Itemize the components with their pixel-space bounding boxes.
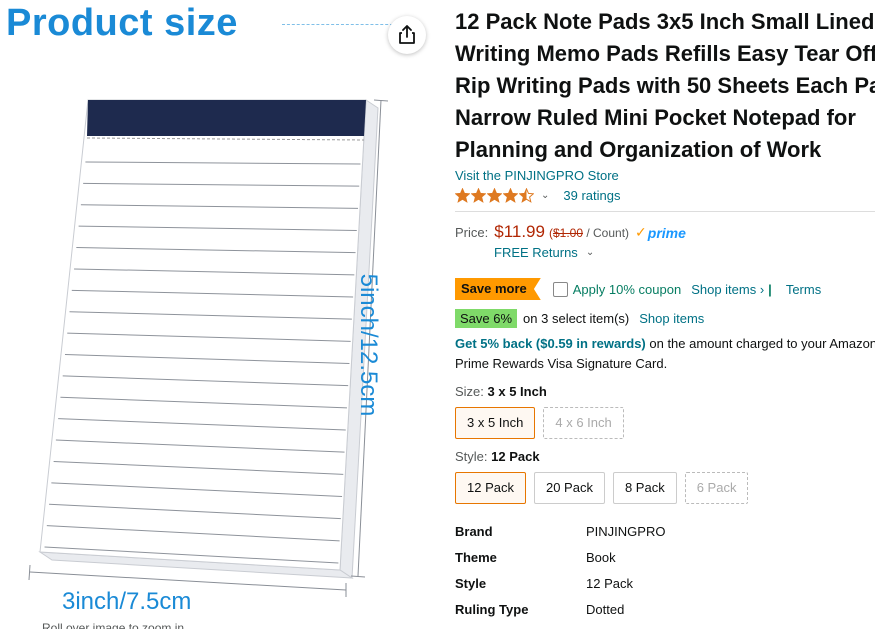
size-option-3x5[interactable]: 3 x 5 Inch (455, 407, 536, 439)
table-row: Brand PINJINGPRO (455, 518, 665, 544)
share-icon (399, 25, 415, 44)
rewards-offer: Get 5% back ($0.59 in rewards) on the am… (455, 334, 875, 374)
style-selected: 12 Pack (491, 449, 540, 464)
rewards-text-2: Prime Rewards Visa Signature Card. (455, 356, 668, 371)
style-option-20-pack[interactable]: 20 Pack (533, 472, 605, 504)
prime-badge: ✓ prime (635, 224, 686, 241)
coupon-shop-items-link[interactable]: Shop items › (691, 282, 764, 297)
table-row: Theme Book (455, 544, 665, 570)
coupon-checkbox[interactable] (552, 281, 568, 297)
table-row: Style 12 Pack (455, 570, 665, 596)
style-options: 12 Pack 20 Pack 8 Pack 6 Pack (455, 472, 875, 504)
size-option-4x6[interactable]: 4 x 6 Inch (543, 407, 624, 439)
save-percent-badge: Save 6% (455, 309, 518, 328)
style-label: Style: (455, 449, 488, 464)
coupon-label[interactable]: Apply 10% coupon (573, 282, 681, 297)
product-details: 12 Pack Note Pads 3x5 Inch Small Lined W… (455, 0, 875, 629)
prime-label: prime (647, 224, 686, 241)
free-returns-link[interactable]: FREE Returns ⌄ (494, 245, 875, 260)
rewards-link[interactable]: Get 5% back ($0.59 in rewards) (455, 336, 646, 351)
product-title-line: Rip Writing Pads with 50 Sheets Each Pad (455, 73, 875, 98)
spec-value: PINJINGPRO (586, 523, 666, 539)
size-selected: 3 x 5 Inch (487, 384, 547, 399)
star-icon (471, 187, 486, 203)
ratings-count-link[interactable]: 39 ratings (563, 188, 620, 203)
spec-key: Style (455, 575, 487, 591)
rating-row: ⌄ 39 ratings (455, 185, 875, 205)
chevron-down-icon: ⌄ (585, 247, 595, 258)
star-icon (503, 187, 518, 203)
save-more-badge: Save more (455, 278, 541, 300)
star-rating[interactable] (455, 187, 535, 203)
spec-value: Book (586, 549, 616, 565)
notepad-sheet (39, 99, 367, 571)
size-variation-label: Size: 3 x 5 Inch (455, 384, 875, 399)
promo-text: on 3 select item(s) (523, 311, 630, 326)
zoom-hint: Roll over image to zoom in (42, 621, 185, 629)
rewards-text: on the amount charged to your Amazon (645, 336, 875, 351)
product-title-line: Narrow Ruled Mini Pocket Notepad for (455, 105, 856, 130)
promo-shop-items-link[interactable]: Shop items (639, 311, 704, 326)
size-options: 3 x 5 Inch 4 x 6 Inch (455, 407, 875, 439)
price-amount: $11.99 (494, 222, 545, 241)
unit-price-value: $1.00 (552, 226, 583, 240)
link-separator: | (768, 281, 772, 297)
prime-check-icon: ✓ (635, 224, 647, 240)
price-label: Price: (455, 225, 489, 240)
coupon-terms-link[interactable]: Terms (786, 282, 821, 297)
style-option-12-pack[interactable]: 12 Pack (455, 472, 526, 504)
spec-key: Theme (455, 549, 497, 565)
height-label: 5inch/12.5cm (355, 273, 382, 417)
product-title-line: Writing Memo Pads Refills Easy Tear Off (455, 41, 875, 66)
promo-row: Save 6% on 3 select item(s) Shop items (455, 309, 875, 328)
unit-price: ($1.00 / Count) (549, 226, 629, 240)
size-label: Size: (455, 384, 484, 399)
coupon-row: Save more Apply 10% coupon Shop items › … (455, 277, 875, 301)
unit-price-rest: / Count) (583, 226, 630, 240)
style-option-8-pack[interactable]: 8 Pack (612, 472, 677, 504)
price-row: Price: $11.99 ($1.00 / Count) ✓ prime (455, 222, 875, 242)
width-label: 3inch/7.5cm (62, 588, 192, 615)
spec-value: 12 Pack (586, 575, 633, 591)
star-icon (519, 187, 534, 203)
product-title: 12 Pack Note Pads 3x5 Inch Small Lined W… (455, 6, 875, 166)
spec-key: Ruling Type (455, 601, 529, 617)
store-link[interactable]: Visit the PINJINGPRO Store (455, 168, 875, 183)
product-title-line: Planning and Organization of Work (455, 137, 822, 162)
star-icon (455, 187, 470, 203)
product-specs-table: Brand PINJINGPRO Theme Book Style 12 Pac… (455, 518, 665, 622)
product-title-line: 12 Pack Note Pads 3x5 Inch Small Lined (455, 9, 875, 34)
spec-value: Dotted (586, 601, 625, 617)
style-variation-label: Style: 12 Pack (455, 449, 875, 464)
star-icon (487, 187, 502, 203)
free-returns-label: FREE Returns (494, 245, 578, 260)
style-option-6-pack[interactable]: 6 Pack (684, 472, 749, 504)
table-row: Ruling Type Dotted (455, 596, 665, 622)
share-button[interactable] (388, 16, 426, 54)
chevron-down-icon[interactable]: ⌄ (541, 190, 549, 201)
spec-key: Brand (455, 523, 493, 539)
product-image-panel[interactable]: Product size 5inch/12.5cm 3inch/7.5cm Ro… (0, 0, 440, 629)
divider (455, 211, 875, 212)
notepad-cover-strip (87, 100, 366, 136)
